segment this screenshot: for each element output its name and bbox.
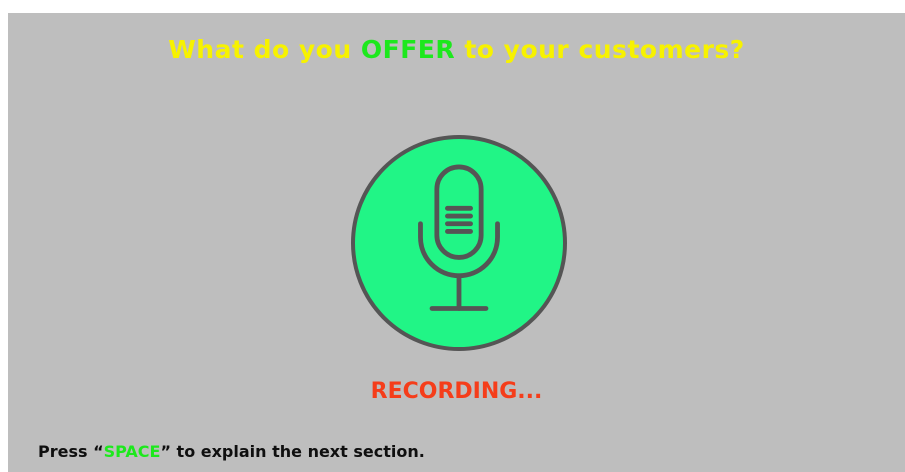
record-button[interactable]: [351, 135, 567, 351]
recording-screen: What do you OFFER to your customers? REC…: [8, 13, 905, 472]
recording-status: RECORDING...: [370, 379, 543, 404]
question-text-start: What do you: [168, 35, 361, 64]
question-title: What do you OFFER to your customers?: [8, 35, 905, 64]
hint-text-start: Press “: [38, 442, 104, 461]
keyboard-hint: Press “SPACE” to explain the next sectio…: [38, 442, 425, 461]
hint-text-end: ” to explain the next section.: [160, 442, 425, 461]
hint-key: SPACE: [103, 442, 161, 461]
question-text-end: to your customers?: [455, 35, 745, 64]
microphone-icon: [418, 164, 500, 311]
question-keyword: OFFER: [360, 35, 456, 64]
